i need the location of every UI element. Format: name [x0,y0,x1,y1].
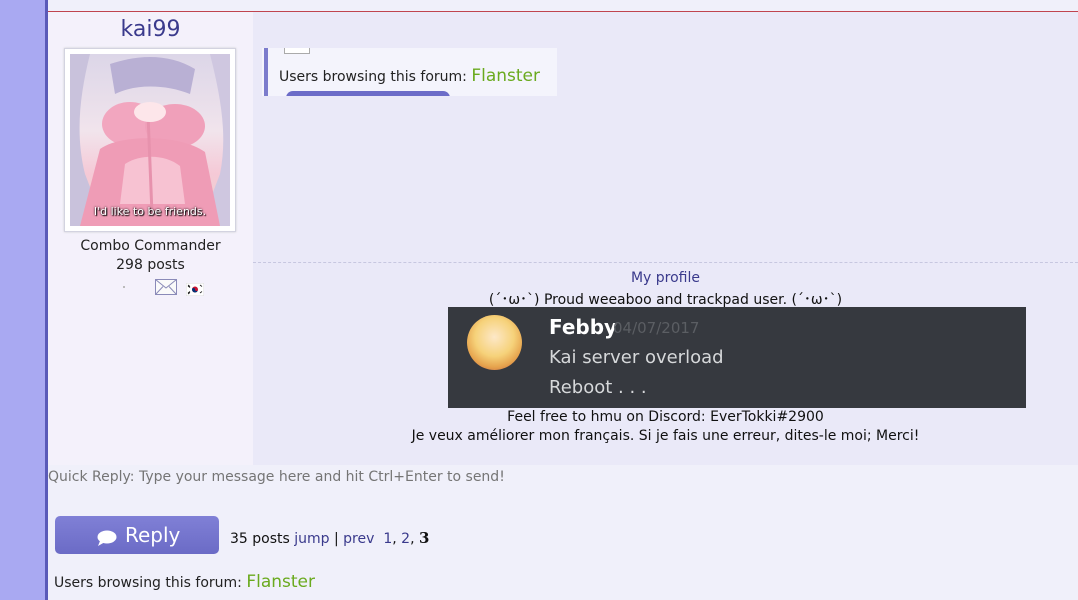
south-korea-flag-icon [185,281,205,297]
avatar: I'd like to be friends. [64,48,236,232]
status-dot [123,286,125,288]
post-username[interactable]: kai99 [48,17,253,42]
browsing-user-link[interactable]: Flanster [246,572,315,592]
snippet-browsing-line: Users browsing this forum: Flanster [279,66,540,86]
current-page: 3 [418,529,430,547]
browsing-label: Users browsing this forum: [54,575,242,591]
my-profile-link[interactable]: My profile [253,270,1078,286]
discord-username: Febby [549,315,618,339]
discord-message: Kai server overload [549,347,724,368]
snippet-checkbox [284,48,310,54]
user-post-count: 298 posts [116,257,185,273]
pagination: 35 posts jump | prev 1, 2, 3 [230,529,430,547]
snippet-cutoff-text [347,48,527,52]
users-browsing: Users browsing this forum: Flanster [54,572,315,592]
reply-button[interactable]: Reply [55,516,219,554]
discord-avatar [467,315,522,370]
snippet-browsing-user: Flanster [471,66,540,86]
left-rail [0,0,45,600]
snippet-browsing-label: Users browsing this forum: [279,69,467,85]
separator: | [334,531,339,547]
signature-discord-line: Feel free to hmu on Discord: EverTokki#2… [507,409,824,425]
quick-reply-input[interactable] [48,468,1078,486]
discord-timestamp: 04/07/2017 [613,319,700,337]
speech-bubble-icon [97,527,117,546]
prev-link[interactable]: prev [343,531,374,547]
reply-button-label: Reply [125,523,181,547]
discord-message-image: Febby 04/07/2017 Kai server overload Reb… [448,307,1026,408]
snippet-button-fragment [286,91,450,96]
signature-divider [253,262,1078,263]
snippet-accent-bar [264,48,268,96]
embedded-quote-snippet: Users browsing this forum: Flanster [262,48,557,96]
discord-message: Reboot . . . [549,377,647,398]
signature-line: (´･ω･`) Proud weeaboo and trackpad user.… [488,292,843,308]
jump-link[interactable]: jump [294,531,329,547]
signature-french-line: Je veux améliorer mon français. Si je fa… [411,428,920,444]
page-link-2[interactable]: 2 [401,531,410,547]
envelope-icon[interactable] [155,279,177,295]
avatar-image: I'd like to be friends. [70,54,230,226]
avatar-caption: I'd like to be friends. [93,205,207,218]
page-link-1[interactable]: 1 [383,531,392,547]
user-rank: Combo Commander [80,238,221,254]
avatar-illustration [70,54,230,226]
post-total: 35 posts [230,531,290,547]
